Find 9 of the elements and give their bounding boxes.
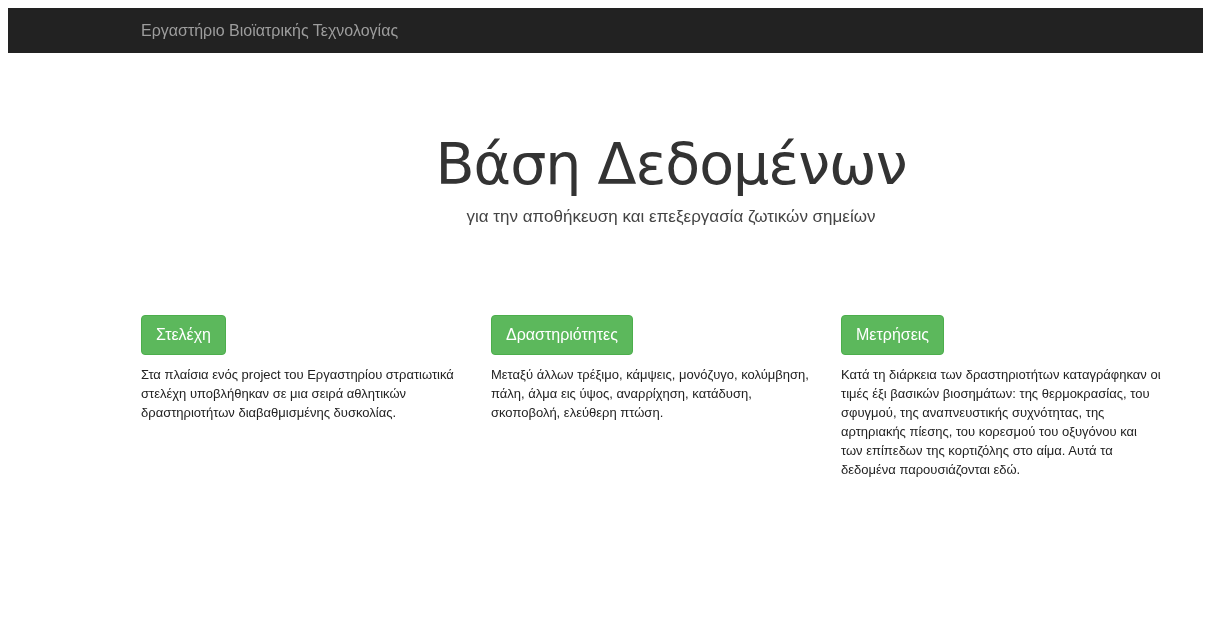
page-subtitle: για την αποθήκευση και επεξεργασία ζωτικών σημείων — [466, 207, 876, 227]
section-description: Κατά τη διάρκεια των δραστηριοτήτων καταγράφηκαν οι τιμές έξι βασικών βιοσημάτων: της θερμοκρασίας, του σφυγμού, της αναπνευστικής συχνότητας, της αρτηριακής πίεσης, του κορεσμού του οξυγόνου και των επίπεδων της κορτιζόλης στο αίμα. Αυτά τα δεδομένα παρουσιάζονται εδώ. — [841, 366, 1161, 479]
section-button[interactable]: Δραστηριότητες — [491, 315, 633, 355]
section-description: Στα πλαίσια ενός project του Εργαστηρίου στρατιωτικά στελέχη υποβλήθηκαν σε μια σειρά αθλητικών δραστηριοτήτων διαβαθμισμένης δυσκολίας. — [141, 366, 455, 422]
section-button[interactable]: Στελέχη — [141, 315, 226, 355]
section-button[interactable]: Μετρήσεις — [841, 315, 945, 355]
page-title: Βάση Δεδομένων — [435, 131, 907, 197]
section-description: Μεταξύ άλλων τρέξιμο, κάμψεις, μονόζυγο, κολύμβηση, πάλη, άλμα εις ύψος, αναρρίχηση, κατάδυση, σκοποβολή, ελεύθερη πτώση. — [491, 366, 810, 422]
brand-link[interactable]: Εργαστήριο Βιοϊατρικής Τεχνολογίας — [141, 21, 399, 40]
